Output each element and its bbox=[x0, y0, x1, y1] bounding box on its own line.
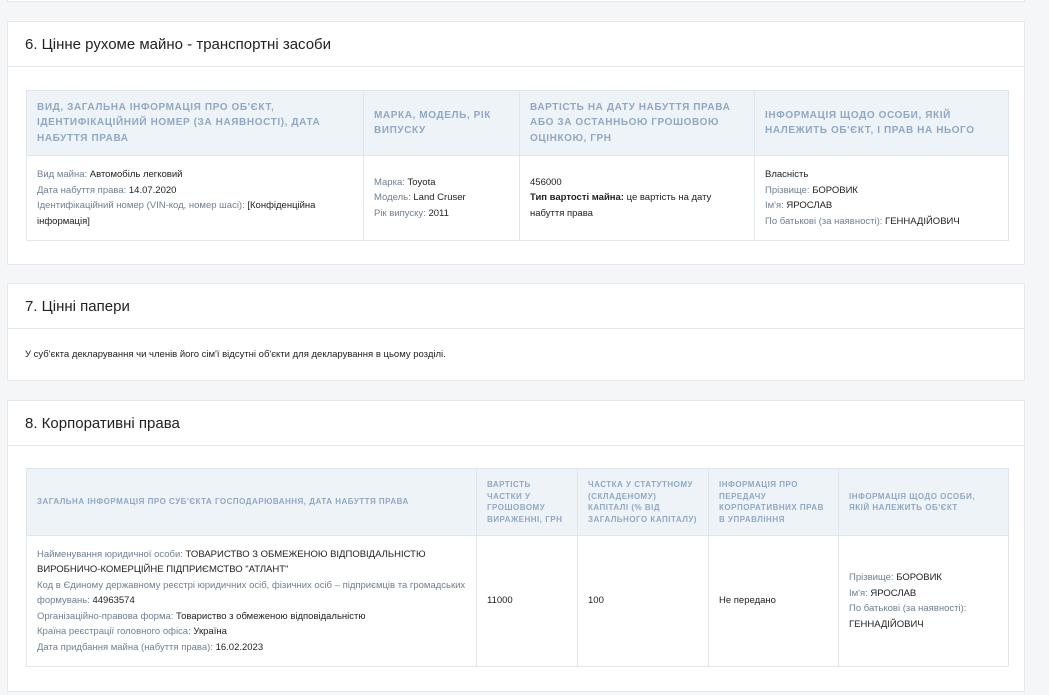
column-header: Вартість частки у грошовому вираженні, г… bbox=[476, 468, 578, 536]
vehicle-owner-cell: Власність Прізвище: БОРОВИК Ім'я: ЯРОСЛА… bbox=[754, 155, 1009, 241]
first-name-label: Ім'я: bbox=[765, 200, 787, 211]
first-name-label: Ім'я: bbox=[849, 587, 871, 599]
column-header: Марка, модель, рік випуску bbox=[363, 90, 520, 156]
acquisition-date-label: Дата набуття права: bbox=[37, 184, 129, 196]
corporate-owner-cell: Прізвище: БОРОВИК Ім'я: ЯРОСЛАВ По батьк… bbox=[838, 535, 1009, 667]
purchase-date-value: 16.02.2023 bbox=[215, 641, 264, 653]
column-header: Вид, загальна інформація про об'єкт, іде… bbox=[26, 90, 364, 156]
table-row: Найменування юридичної особи: ТОВАРИСТВО… bbox=[26, 535, 1009, 667]
first-name-value: ЯРОСЛАВ bbox=[786, 200, 833, 211]
vin-label: Ідентифікаційний номер (VIN-код, номер ш… bbox=[37, 200, 248, 211]
surname-label: Прізвище: bbox=[765, 184, 813, 196]
section-7-title: 7. Цінні папери bbox=[8, 284, 1024, 329]
section-6-body: Вид, загальна інформація про об'єкт, іде… bbox=[8, 67, 1024, 241]
table-header-row: Загальна інформація про суб'єкта господа… bbox=[26, 468, 1009, 536]
column-header: Інформація щодо особи, якій належить об'… bbox=[754, 90, 1009, 156]
model-label: Модель: bbox=[374, 192, 414, 204]
company-code-value: 44963574 bbox=[92, 595, 135, 607]
table-row: Вид майна: Автомобіль легковий Дата набу… bbox=[26, 155, 1009, 241]
surname-value: БОРОВИК bbox=[812, 184, 858, 196]
share-percent-cell: 100 bbox=[577, 535, 709, 667]
section-7-body: У суб'єкта декларування чи членів його с… bbox=[8, 329, 1024, 381]
column-header: Інформація про передачу корпоративних пр… bbox=[708, 468, 839, 536]
section-6-card: 6. Цінне рухоме майно - транспортні засо… bbox=[7, 21, 1025, 265]
column-header: Інформація щодо особи, якій належить об'… bbox=[838, 468, 1009, 536]
registration-country-value: Україна bbox=[193, 626, 227, 638]
vehicle-general-info-cell: Вид майна: Автомобіль легковий Дата набу… bbox=[26, 155, 364, 241]
vehicle-type-label: Вид майна: bbox=[37, 169, 90, 180]
legal-form-label: Організаційно-правова форма: bbox=[37, 610, 177, 622]
acquisition-date-value: 14.07.2020 bbox=[128, 184, 177, 196]
patronymic-label: По батькові (за наявності): bbox=[765, 215, 886, 227]
patronymic-value: ГЕННАДІЙОВИЧ bbox=[849, 618, 924, 630]
brand-value: Toyota bbox=[407, 176, 436, 188]
section-8-title: 8. Корпоративні права bbox=[8, 401, 1024, 446]
empty-section-note: У суб'єкта декларування чи членів його с… bbox=[25, 349, 446, 360]
model-value: Land Cruser bbox=[413, 192, 466, 204]
table-header-row: Вид, загальна інформація про об'єкт, іде… bbox=[26, 90, 1009, 156]
year-value: 2011 bbox=[428, 207, 449, 219]
legal-form-value: Товариство з обмеженою відповідальністю bbox=[176, 610, 366, 622]
section-7-card: 7. Цінні папери У суб'єкта декларування … bbox=[7, 283, 1025, 381]
registration-country-label: Країна реєстрації головного офіса: bbox=[37, 626, 194, 638]
surname-value: БОРОВИК bbox=[896, 572, 942, 583]
section-6-title: 6. Цінне рухоме майно - транспортні засо… bbox=[8, 22, 1024, 67]
vehicle-brand-cell: Марка: Toyota Модель: Land Cruser Рік ви… bbox=[363, 155, 520, 241]
column-header: Частка у статутному (складеному) капітал… bbox=[577, 468, 709, 536]
previous-section-card bbox=[7, 0, 1025, 2]
brand-label: Марка: bbox=[374, 176, 408, 188]
purchase-date-label: Дата придбання майна (набуття права): bbox=[37, 641, 216, 653]
column-header: Вартість на дату набуття права або за ос… bbox=[519, 90, 755, 156]
share-value-cell: 11000 bbox=[476, 535, 578, 667]
vehicles-table: Вид, загальна інформація про об'єкт, іде… bbox=[26, 90, 1009, 241]
vehicle-value-cell: 456000 Тип вартості майна: це вартість н… bbox=[519, 155, 755, 241]
ownership-right: Власність bbox=[765, 169, 809, 180]
company-info-cell: Найменування юридичної особи: ТОВАРИСТВО… bbox=[26, 535, 477, 667]
column-header: Загальна інформація про суб'єкта господа… bbox=[26, 468, 477, 536]
vehicle-type-value: Автомобіль легковий bbox=[89, 169, 183, 180]
corporate-rights-table: Загальна інформація про суб'єкта господа… bbox=[26, 468, 1009, 667]
vehicle-value: 456000 bbox=[530, 176, 562, 188]
patronymic-value: ГЕННАДІЙОВИЧ bbox=[885, 215, 960, 227]
first-name-value: ЯРОСЛАВ bbox=[870, 587, 917, 599]
section-8-card: 8. Корпоративні права Загальна інформаці… bbox=[7, 400, 1025, 692]
company-name-label: Найменування юридичної особи: bbox=[37, 548, 186, 560]
management-transfer-cell: Не передано bbox=[708, 535, 839, 667]
section-8-body: Загальна інформація про суб'єкта господа… bbox=[8, 446, 1024, 667]
cost-type-label: Тип вартості майна: bbox=[530, 192, 627, 204]
surname-label: Прізвище: bbox=[849, 572, 897, 583]
patronymic-label: По батькові (за наявності): bbox=[849, 603, 967, 614]
year-label: Рік випуску: bbox=[374, 207, 429, 219]
